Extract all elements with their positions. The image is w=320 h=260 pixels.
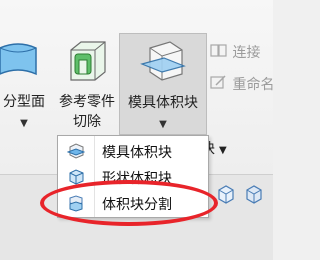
parting-surface-icon [0, 43, 37, 76]
connect-command[interactable]: 连接 [210, 42, 260, 62]
ref-part-cutout-label-1: 参考零件 [59, 94, 115, 110]
ref-part-cutout-tool[interactable]: 参考零件 切除 [54, 34, 120, 134]
mold-volume-arrow[interactable]: ▼ [120, 118, 206, 132]
parting-surface-arrow[interactable]: ▼ [0, 117, 54, 131]
view-toolbar [214, 182, 273, 206]
cube-orient-icon[interactable] [244, 184, 264, 204]
mold-volume-icon [140, 41, 186, 81]
stage: 分型面 ▼ 参考零件 切除 模具体积块 ▼ 连接 重命名 ▼ 模具体积块 形状体… [0, 0, 273, 260]
mold-volume-small-icon [67, 143, 85, 159]
mold-volume-tool[interactable]: 模具体积块 ▼ [119, 33, 207, 135]
menu-item-mold-volume-label: 模具体积块 [102, 145, 172, 161]
menu-item-mold-volume[interactable]: 模具体积块 [58, 139, 208, 163]
connect-label: 连接 [232, 45, 261, 61]
ref-part-cutout-icon [70, 41, 106, 81]
parting-surface-label: 分型面 [3, 94, 45, 110]
rename-icon [210, 75, 226, 89]
cube-view-icon[interactable] [216, 184, 236, 204]
ref-part-cutout-label-2: 切除 [73, 114, 101, 130]
rename-label: 重命名 [232, 77, 273, 93]
highlight-ellipse [40, 180, 218, 226]
mold-volume-label: 模具体积块 [128, 95, 198, 111]
parting-surface-tool[interactable]: 分型面 ▼ [0, 34, 54, 130]
rename-command[interactable]: 重命名 [210, 74, 273, 94]
connect-icon [210, 44, 227, 57]
